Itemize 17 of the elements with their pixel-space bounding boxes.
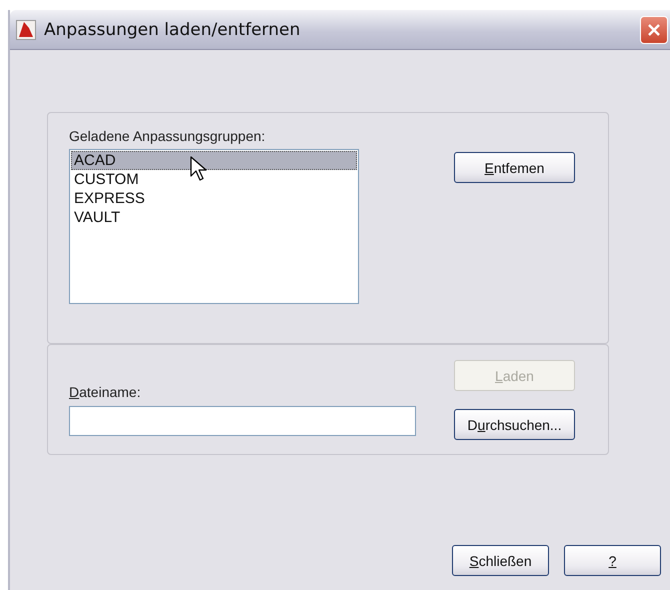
window-title: Anpassungen laden/entfernen: [44, 20, 302, 40]
list-item[interactable]: EXPRESS: [71, 189, 357, 208]
close-button[interactable]: [640, 16, 668, 44]
close-icon: [647, 23, 661, 37]
list-item[interactable]: VAULT: [71, 208, 357, 227]
file-name-label: Dateiname:: [69, 384, 142, 400]
app-logo-icon: [16, 20, 36, 40]
close-dialog-button[interactable]: Schließen: [452, 545, 549, 576]
file-name-field[interactable]: [69, 406, 416, 436]
help-button[interactable]: ?: [564, 545, 661, 576]
group-list[interactable]: ACAD CUSTOM EXPRESS VAULT: [69, 149, 359, 304]
mouse-pointer-icon: [190, 156, 208, 182]
list-label: Geladene Anpassungsgruppen:: [69, 128, 266, 144]
list-item[interactable]: CUSTOM: [71, 170, 357, 189]
browse-button[interactable]: Durchsuchen...: [454, 409, 575, 440]
list-item[interactable]: ACAD: [71, 151, 357, 170]
remove-button[interactable]: Entfemen: [454, 152, 575, 183]
